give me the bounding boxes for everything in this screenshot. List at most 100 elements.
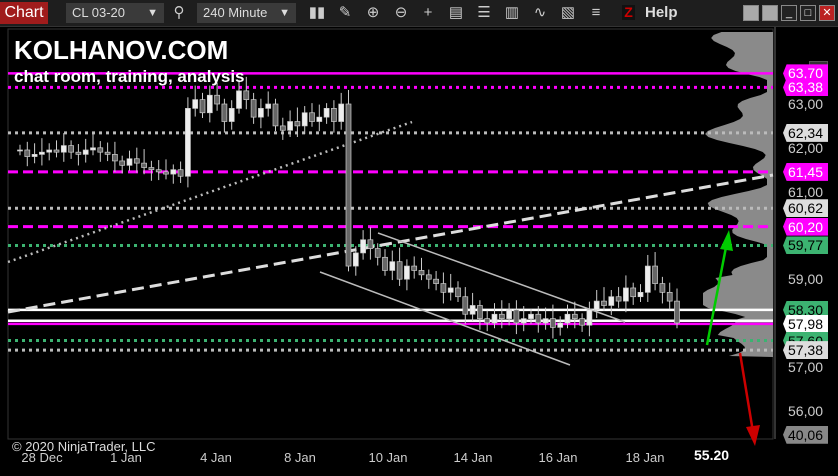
plot-frame [7,28,774,440]
candle-body [104,151,111,155]
candle-body [469,305,476,315]
candle-body [382,256,388,271]
candle-body [477,305,483,319]
candle-body [68,145,74,153]
price-tick: 61,00 [788,183,824,200]
drawing-tool-icon[interactable]: ✎ [336,4,354,22]
candle-body [192,99,199,109]
candle-body [601,300,607,306]
candle-body [316,116,323,122]
link-button-2[interactable] [762,5,778,21]
candle-body [258,108,264,118]
candle-body [513,309,520,324]
candle-body [433,278,439,284]
candle-body [447,287,454,293]
candle-body [243,90,250,100]
candle-body [185,108,191,177]
candle-body [126,158,133,166]
candle-body [644,265,651,293]
candle-body [367,239,374,249]
candle-body [206,94,213,114]
candle-body [637,291,644,298]
candle-body [279,125,286,131]
bar-type-icon[interactable]: ▮▮ [308,4,326,22]
candle-body [148,167,155,171]
candle-body [338,103,345,122]
toolbar: Chart CL 03-20 ▼ ⚲ 240 Minute ▼ ▮▮ ✎ ⊕ ⊖ +… [0,0,838,27]
candle-body [331,108,337,122]
date-tick: 18 Jan [625,450,665,465]
candle-body [82,149,89,155]
interval-selector[interactable]: 240 Minute ▼ [197,3,296,23]
close-icon[interactable]: ✕ [819,5,835,21]
chart-panel[interactable]: KOLHANOV.COM chat room, training, analys… [0,27,838,471]
chevron-down-icon: ▼ [147,7,158,19]
crosshair-icon[interactable]: + [419,4,437,22]
candle-body [579,318,585,326]
candle-body [345,103,352,267]
strategies-icon[interactable]: ∿ [531,4,549,22]
date-tick: 14 Jan [453,450,493,465]
candle-body [557,322,564,328]
indicators-icon[interactable]: ▥ [503,4,521,22]
candle-body [31,154,38,157]
z-order-button[interactable]: Z [622,5,635,20]
candle-body [309,112,315,122]
price-marker-label: 63,38 [783,78,828,97]
candle-body [571,313,578,319]
candle-body [250,99,257,118]
object-list-icon[interactable]: ≡ [587,4,605,22]
price-chart[interactable] [0,27,838,471]
candle-body [411,265,418,271]
chart-tab[interactable]: Chart [0,2,48,24]
candle-body [484,318,491,324]
candle-body [528,313,534,319]
candle-body [659,283,666,293]
date-tick: 28 Dec [21,450,63,465]
price-marker-label: 60,62 [783,199,828,218]
interval-value: 240 Minute [203,5,268,20]
search-icon[interactable]: ⚲ [170,4,188,22]
maximize-icon[interactable]: □ [800,5,816,21]
date-tick: 1 Jan [110,450,142,465]
candle-body [170,169,177,175]
minimize-icon[interactable]: _ [781,5,797,21]
candle-body [60,145,67,153]
price-tick: 62,00 [788,139,824,156]
candle-body [294,121,301,127]
candle-body [520,318,527,324]
zoom-in-icon[interactable]: ⊕ [364,4,382,22]
green-arrow-head [720,230,733,251]
candle-body [542,318,549,324]
properties-icon[interactable]: ▧ [559,4,577,22]
price-marker-label: 40,06 [783,425,828,444]
candle-body [352,252,359,267]
candle-body [228,108,235,122]
candle-body [652,265,658,284]
candle-body [374,248,381,258]
candle-body [491,313,498,324]
candle-body [498,313,505,319]
candle-body [323,108,330,118]
templates-icon[interactable]: ☰ [475,4,493,22]
instrument-selector[interactable]: CL 03-20 ▼ [66,3,164,23]
brand-subtitle: chat room, training, analysis [14,67,245,86]
link-button-1[interactable] [743,5,759,21]
candle-body [630,287,637,298]
trendline-dotted [7,120,413,264]
candle-body [301,112,308,127]
brand-watermark: KOLHANOV.COM [14,35,229,65]
red-arrow-head [746,425,760,446]
trendline-dashed [7,173,774,314]
price-marker-label: 57,98 [783,314,828,333]
candle-body [141,162,147,168]
zoom-out-icon[interactable]: ⊖ [392,4,410,22]
candle-body [404,265,410,280]
candle-body [586,309,593,326]
red-arrow-shaft [738,352,755,433]
data-box-icon[interactable]: ▤ [447,4,465,22]
candle-body [272,103,279,127]
candle-body [39,151,45,155]
candle-body [615,296,622,302]
help-menu[interactable]: Help [645,4,678,21]
